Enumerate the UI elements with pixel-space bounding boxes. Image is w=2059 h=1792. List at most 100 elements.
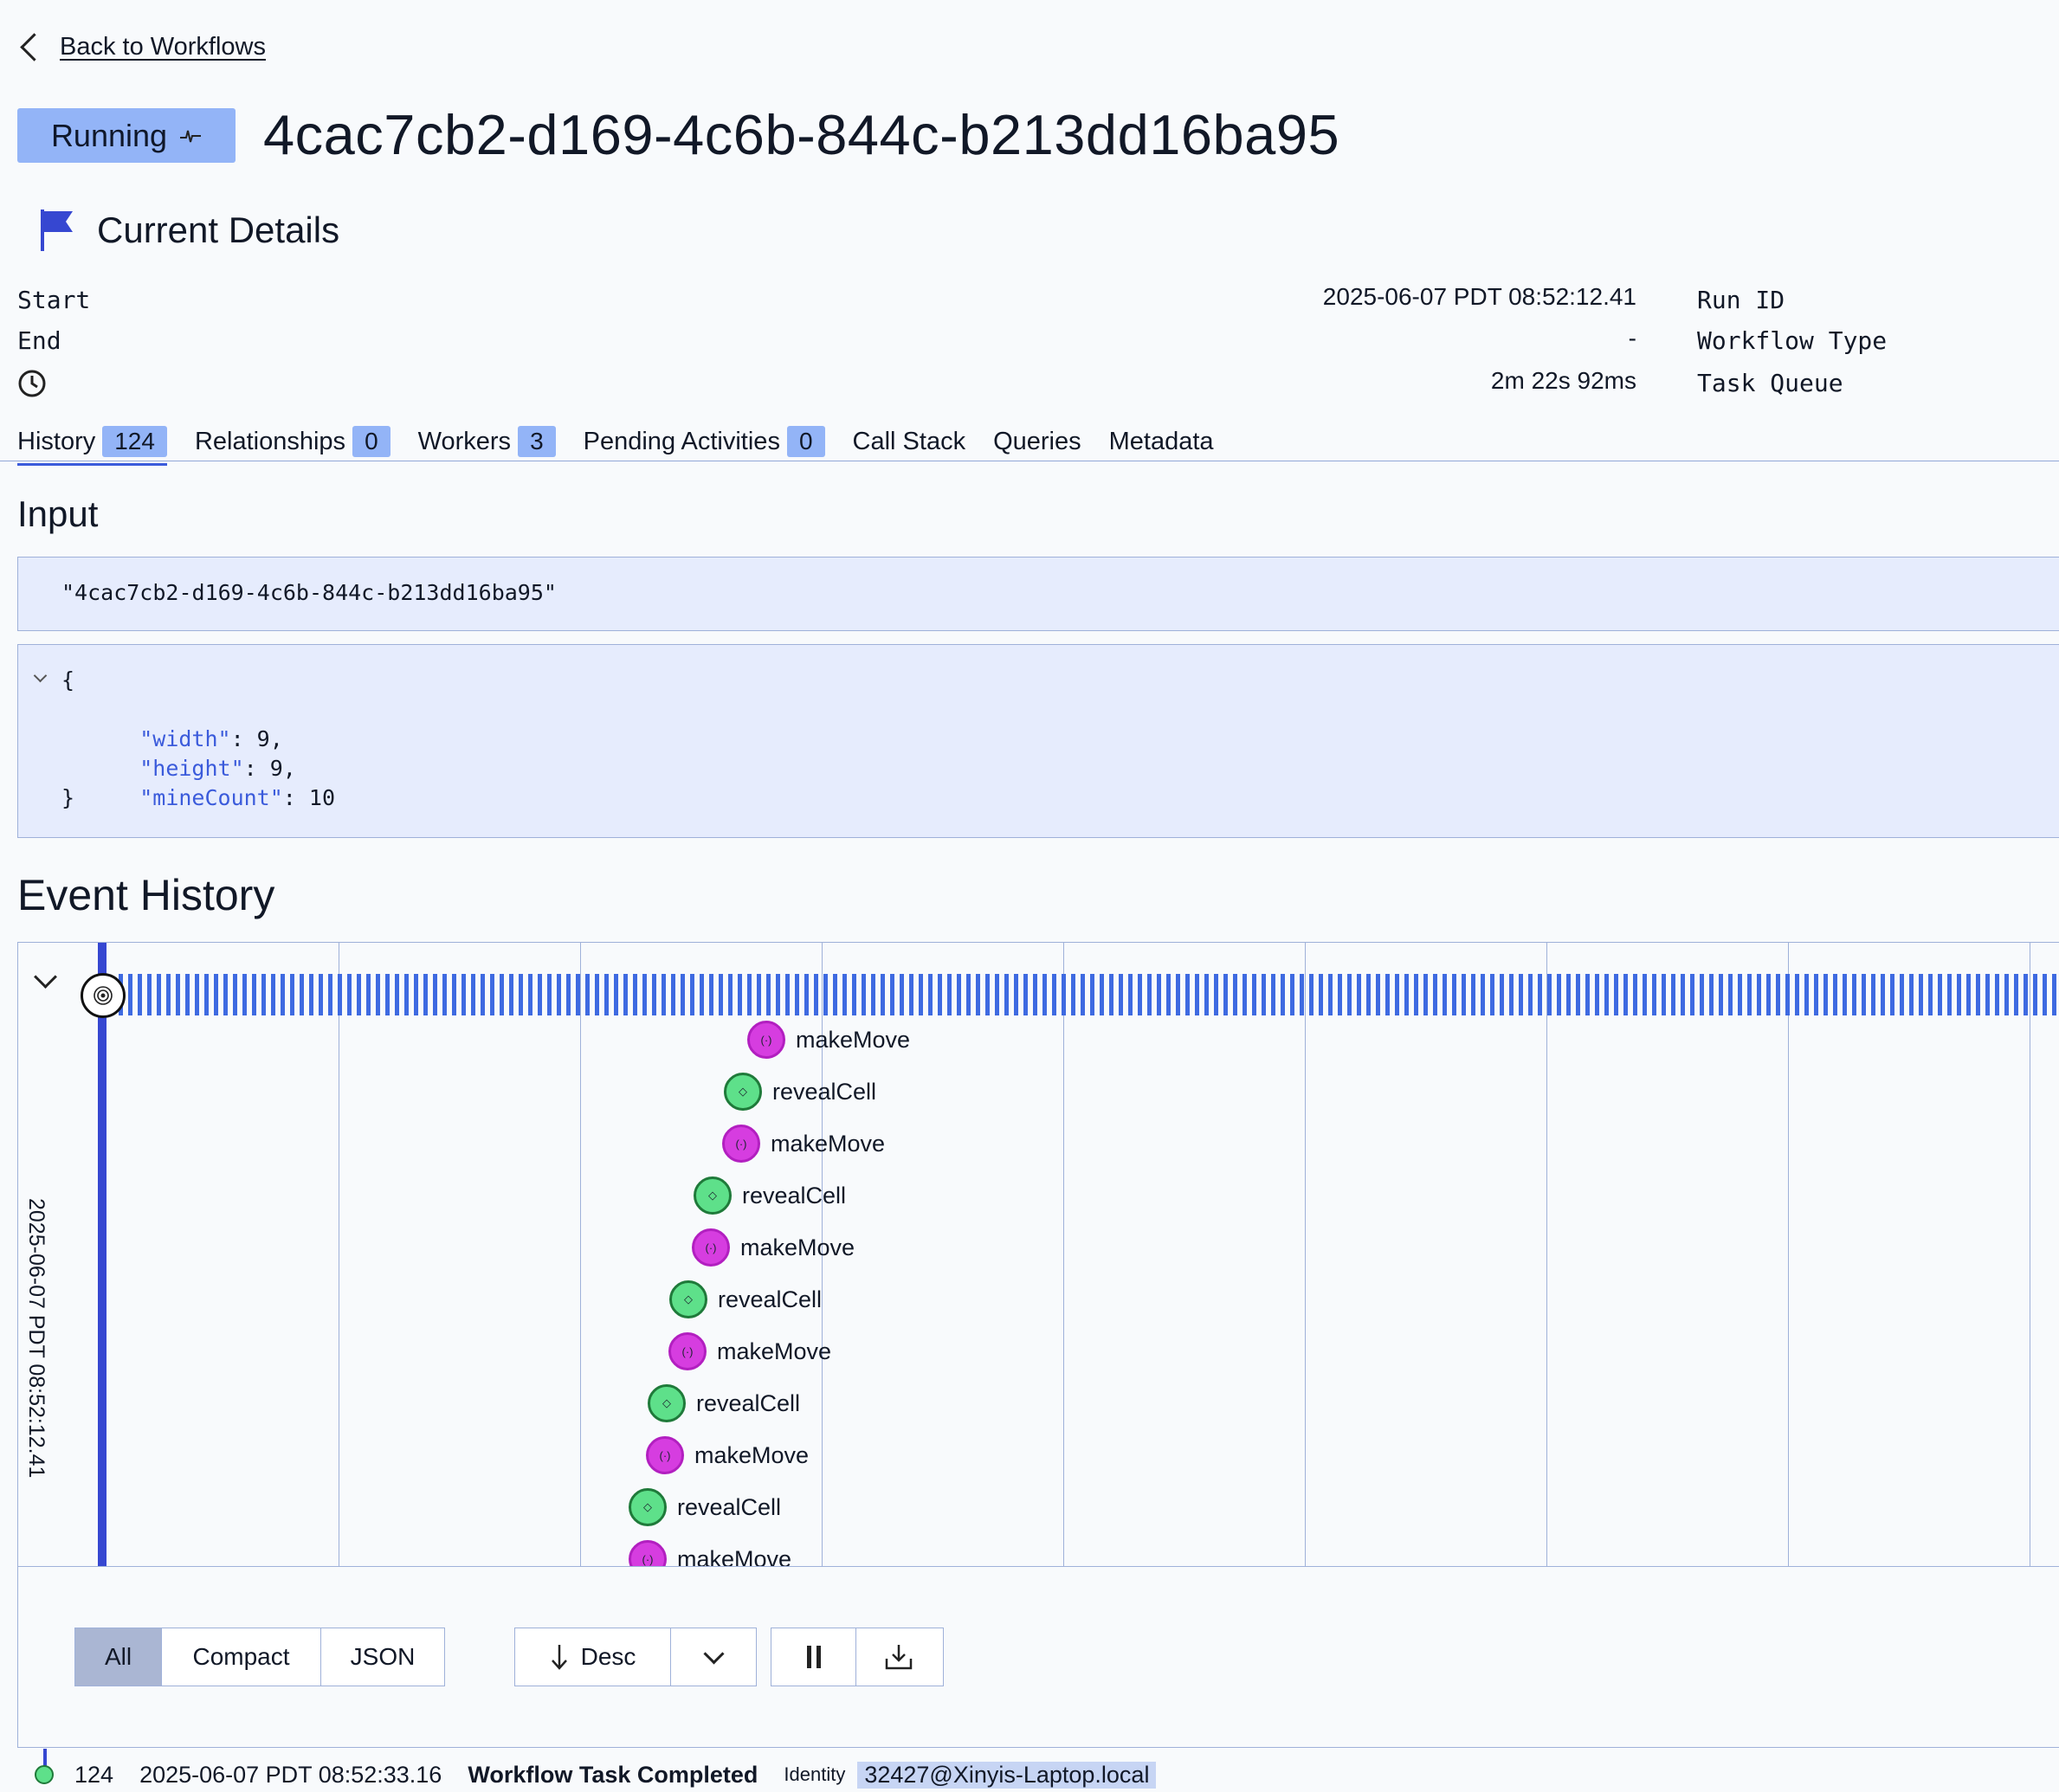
- tab-workers-count: 3: [518, 426, 556, 457]
- pause-button[interactable]: [771, 1628, 856, 1686]
- run-id-label: Run ID: [1697, 286, 1785, 314]
- view-json-button[interactable]: JSON: [321, 1628, 444, 1686]
- start-value: 2025-06-07 PDT 08:52:12.41: [1322, 283, 1636, 310]
- arrow-down-icon: [551, 1645, 567, 1670]
- pause-icon: [806, 1646, 821, 1668]
- flag-icon: [41, 209, 73, 251]
- tab-history-count: 124: [102, 426, 167, 457]
- timeline-event-label: revealCell: [718, 1286, 823, 1312]
- chevron-down-icon[interactable]: [34, 965, 57, 989]
- tab-workers[interactable]: Workers 3: [418, 426, 556, 464]
- signal-icon: ◇: [694, 1176, 732, 1215]
- sort-dropdown-button[interactable]: [671, 1628, 756, 1686]
- start-label: Start: [17, 286, 91, 314]
- clock-icon: [18, 370, 46, 397]
- collapse-chevron-icon[interactable]: [33, 668, 48, 683]
- stream-controls: [771, 1628, 944, 1686]
- activity-icon: (·): [629, 1540, 667, 1566]
- timeline-event-label: revealCell: [677, 1493, 782, 1520]
- tab-relationships-count: 0: [352, 426, 390, 457]
- tab-queries[interactable]: Queries: [993, 426, 1081, 464]
- json-field-minecount: "mineCount": 10: [87, 754, 335, 842]
- tab-metadata[interactable]: Metadata: [1109, 426, 1214, 464]
- history-table-divider: [17, 1747, 2059, 1748]
- status-badge: Running: [17, 108, 236, 163]
- json-close-brace: }: [61, 785, 75, 810]
- tab-relationships[interactable]: Relationships 0: [195, 426, 390, 464]
- tab-workers-label: Workers: [417, 427, 512, 455]
- event-type: Workflow Task Completed: [468, 1761, 758, 1788]
- tab-pending-activities-label: Pending Activities: [583, 427, 780, 455]
- timeline-event-makeMove[interactable]: (·) makeMove: [747, 1021, 910, 1059]
- status-label: Running: [50, 117, 168, 153]
- signal-icon: ◇: [629, 1488, 667, 1526]
- timeline-event-revealCell[interactable]: ◇ revealCell: [629, 1488, 781, 1526]
- timeline-event-label: makeMove: [740, 1234, 855, 1260]
- download-icon: [885, 1645, 913, 1670]
- duration-value: 2m 22s 92ms: [1490, 367, 1636, 394]
- timeline-event-label: makeMove: [677, 1545, 792, 1567]
- history-row[interactable]: 124 2025-06-07 PDT 08:52:33.16 Workflow …: [17, 1757, 1157, 1792]
- event-timeline[interactable]: 2025-06-07 PDT 08:52:12.41 (·) makeMove ◇ r…: [17, 942, 2059, 1567]
- timeline-event-label: makeMove: [771, 1130, 886, 1157]
- signal-icon: ◇: [724, 1073, 762, 1111]
- tab-history[interactable]: History 124: [17, 426, 167, 466]
- activity-icon: (·): [747, 1021, 785, 1059]
- timeline-event-makeMove[interactable]: (·) makeMove: [692, 1228, 855, 1267]
- timeline-event-makeMove[interactable]: (·) makeMove: [722, 1125, 885, 1163]
- tab-call-stack-label: Call Stack: [852, 427, 966, 455]
- timeline-event-makeMove[interactable]: (·) makeMove: [668, 1332, 831, 1370]
- chevron-left-icon: [20, 33, 48, 61]
- workflow-duration-bar: [98, 943, 106, 1566]
- workflow-start-icon[interactable]: [81, 973, 126, 1018]
- timeline-event-makeMove[interactable]: (·) makeMove: [629, 1540, 792, 1567]
- sort-label: Desc: [580, 1643, 636, 1670]
- input-heading: Input: [17, 493, 99, 534]
- identity-label: Identity: [784, 1763, 846, 1785]
- input-arg-box: "4cac7cb2-d169-4c6b-844c-b213dd16ba95": [17, 557, 2059, 631]
- timeline-event-label: revealCell: [772, 1078, 877, 1105]
- timeline-event-revealCell[interactable]: ◇ revealCell: [648, 1384, 800, 1422]
- tab-pending-activities[interactable]: Pending Activities 0: [584, 426, 825, 464]
- timeline-event-revealCell[interactable]: ◇ revealCell: [694, 1176, 846, 1215]
- view-toggle: All Compact JSON: [74, 1628, 445, 1686]
- view-compact-button[interactable]: Compact: [162, 1628, 321, 1686]
- current-details-heading: Current Details: [38, 208, 339, 253]
- sort-desc-button[interactable]: Desc: [515, 1628, 671, 1686]
- tab-queries-label: Queries: [993, 427, 1081, 455]
- tab-pending-activities-count: 0: [786, 426, 825, 457]
- download-button[interactable]: [856, 1628, 941, 1686]
- event-time: 2025-06-07 PDT 08:52:33.16: [139, 1761, 442, 1788]
- signal-icon: ◇: [648, 1384, 686, 1422]
- event-id: 124: [74, 1761, 114, 1788]
- activity-icon: (·): [646, 1436, 684, 1474]
- timeline-event-label: makeMove: [796, 1026, 911, 1053]
- back-to-workflows-link[interactable]: Back to Workflows: [60, 33, 266, 61]
- json-key: "mineCount": [139, 785, 283, 810]
- input-arg-value: "4cac7cb2-d169-4c6b-844c-b213dd16ba95": [61, 580, 557, 605]
- heartbeat-icon: [180, 130, 202, 142]
- workflow-id-title: 4cac7cb2-d169-4c6b-844c-b213dd16ba95: [263, 103, 1340, 166]
- activity-icon: (·): [722, 1125, 760, 1163]
- task-queue-label: Task Queue: [1697, 369, 1843, 397]
- end-label: End: [17, 326, 61, 355]
- chevron-down-icon: [702, 1642, 725, 1665]
- view-all-button[interactable]: All: [75, 1628, 162, 1686]
- workflow-task-stripes: [119, 974, 2059, 1015]
- back-link[interactable]: Back to Workflows: [16, 33, 266, 61]
- timeline-event-revealCell[interactable]: ◇ revealCell: [669, 1280, 822, 1318]
- json-open-brace: {: [61, 667, 75, 693]
- input-json-box: { "width": 9, "height": 9, "mineCount": …: [17, 644, 2059, 838]
- timeline-event-makeMove[interactable]: (·) makeMove: [646, 1436, 809, 1474]
- workflow-type-label: Workflow Type: [1697, 326, 1888, 355]
- timeline-event-label: revealCell: [742, 1182, 847, 1209]
- current-details-label: Current Details: [97, 209, 340, 250]
- tab-call-stack[interactable]: Call Stack: [853, 426, 966, 464]
- tab-history-label: History: [17, 427, 96, 455]
- detail-tabs: History 124 Relationships 0 Workers 3 Pe…: [17, 426, 1214, 466]
- timeline-date: 2025-06-07 PDT 08:52:12.41: [24, 1198, 48, 1479]
- timeline-event-revealCell[interactable]: ◇ revealCell: [724, 1073, 876, 1111]
- activity-icon: (·): [668, 1332, 707, 1370]
- timeline-event-label: makeMove: [717, 1338, 832, 1364]
- tab-metadata-label: Metadata: [1108, 427, 1214, 455]
